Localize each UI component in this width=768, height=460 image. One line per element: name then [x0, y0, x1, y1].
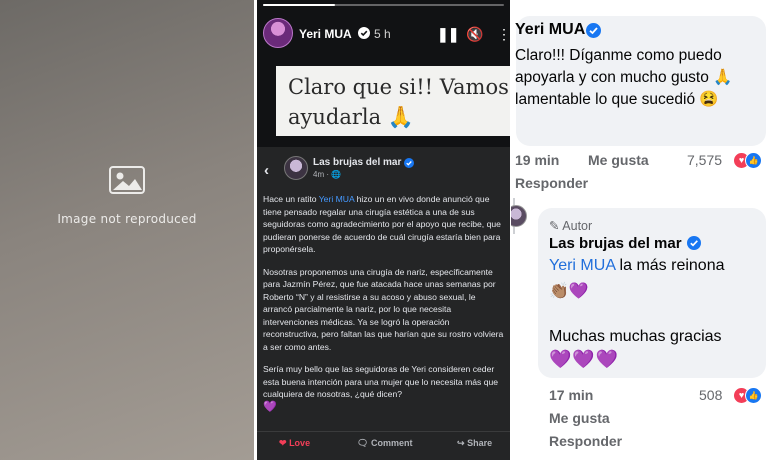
post-text: Hace un ratito	[263, 194, 319, 204]
verified-badge-icon	[358, 27, 370, 39]
post-body: Hace un ratito Yeri MUA hizo un en vivo …	[263, 193, 507, 423]
screenshot-collage: Image not reproduced Yeri MUA 5 h ❚❚ 🔇 ⋮…	[0, 0, 768, 460]
reply-author[interactable]: Las brujas del mar	[549, 235, 682, 252]
post-paragraph: Nosotras proponemos una cirugía de nariz…	[263, 266, 504, 352]
like-reaction-icon: 👍	[745, 387, 762, 404]
share-icon: ↪	[457, 438, 465, 448]
verified-badge-icon	[687, 236, 701, 250]
mute-icon[interactable]: 🔇	[466, 26, 483, 42]
love-icon: ❤	[279, 438, 287, 448]
mention-link[interactable]: Yeri MUA	[319, 194, 355, 204]
verified-badge-icon	[586, 23, 601, 38]
share-label: Share	[467, 438, 493, 448]
comment-text: Claro!!! Díganme como puedo apoyarla y c…	[515, 47, 733, 108]
story-time: 5 h	[374, 27, 391, 41]
story-author-name[interactable]: Yeri MUA	[299, 27, 352, 41]
share-button[interactable]: ↪ Share	[457, 438, 492, 449]
post-text: Sería muy bello que las seguidoras de Ye…	[263, 364, 499, 399]
image-icon	[109, 166, 145, 194]
post-page-name[interactable]: Las brujas del mar	[313, 157, 401, 168]
reply-emojis: 👏🏽💜	[549, 283, 589, 300]
story-progress-fill	[263, 4, 336, 6]
story-caption-line: Claro que si!! Vamos a	[288, 75, 510, 99]
reply-time: 17 min	[549, 387, 594, 403]
more-icon[interactable]: ⋮	[497, 26, 510, 42]
shared-post: ‹ Las brujas del mar 4m · 🌐 Hace un rati…	[257, 147, 510, 460]
reply-text: Yeri MUA la más reinona	[549, 257, 725, 275]
reply-button[interactable]: Responder	[515, 175, 588, 191]
reply-text: Muchas muchas gracias	[549, 328, 722, 345]
reply-text-part: la más reinona	[615, 257, 725, 274]
comment-author[interactable]: Yeri MUA	[515, 21, 585, 39]
story-panel: Yeri MUA 5 h ❚❚ 🔇 ⋮ Claro que si!! Vamos…	[257, 0, 510, 460]
comments-panel: Yeri MUA Claro!!! Díganme como puedo apo…	[511, 0, 768, 460]
reply-button[interactable]: Responder	[549, 433, 622, 449]
post-meta: 4m · 🌐	[313, 170, 342, 179]
reaction-count[interactable]: 508	[699, 387, 722, 403]
story-avatar[interactable]	[263, 18, 293, 48]
comment-time: 19 min	[515, 152, 560, 168]
author-badge: ✎ Autor	[549, 218, 592, 233]
post-actions-bar: ❤ Love 🗨 Comment ↪ Share	[257, 431, 510, 453]
verified-badge-icon	[404, 158, 414, 168]
love-button[interactable]: ❤ Love	[279, 438, 310, 449]
comment-button[interactable]: 🗨 Comment	[357, 438, 412, 449]
purple-heart-emoji: 💜	[263, 400, 277, 413]
reply-avatar[interactable]	[511, 205, 527, 227]
love-label: Love	[289, 438, 311, 448]
post-page-avatar[interactable]	[284, 156, 308, 180]
purple-hearts-emoji: 💜💜💜	[549, 349, 620, 369]
story-caption-line: ayudarla 🙏	[288, 105, 414, 129]
story-progress-bar	[263, 4, 504, 6]
post-paragraph: Hace un ratito Yeri MUA hizo un en vivo …	[263, 193, 507, 256]
comment-icon: 🗨	[357, 438, 369, 448]
pause-icon[interactable]: ❚❚	[437, 26, 459, 42]
author-badge-label: Autor	[562, 219, 593, 233]
like-reaction-icon: 👍	[745, 152, 762, 169]
reaction-icons[interactable]: ♥ 👍	[733, 387, 762, 404]
reaction-count[interactable]: 7,575	[687, 152, 722, 168]
post-paragraph: Sería muy bello que las seguidoras de Ye…	[263, 363, 507, 413]
back-arrow-icon[interactable]: ‹	[264, 162, 269, 179]
like-button[interactable]: Me gusta	[588, 152, 649, 168]
photo-placeholder: Image not reproduced	[0, 0, 254, 460]
pencil-icon: ✎	[549, 219, 560, 233]
placeholder-label: Image not reproduced	[57, 212, 197, 226]
reaction-icons[interactable]: ♥ 👍	[733, 152, 762, 169]
like-button[interactable]: Me gusta	[549, 410, 610, 426]
comment-label: Comment	[370, 438, 413, 448]
mention-link[interactable]: Yeri MUA	[549, 257, 615, 274]
story-caption: Claro que si!! Vamos a ayudarla 🙏	[276, 66, 510, 136]
